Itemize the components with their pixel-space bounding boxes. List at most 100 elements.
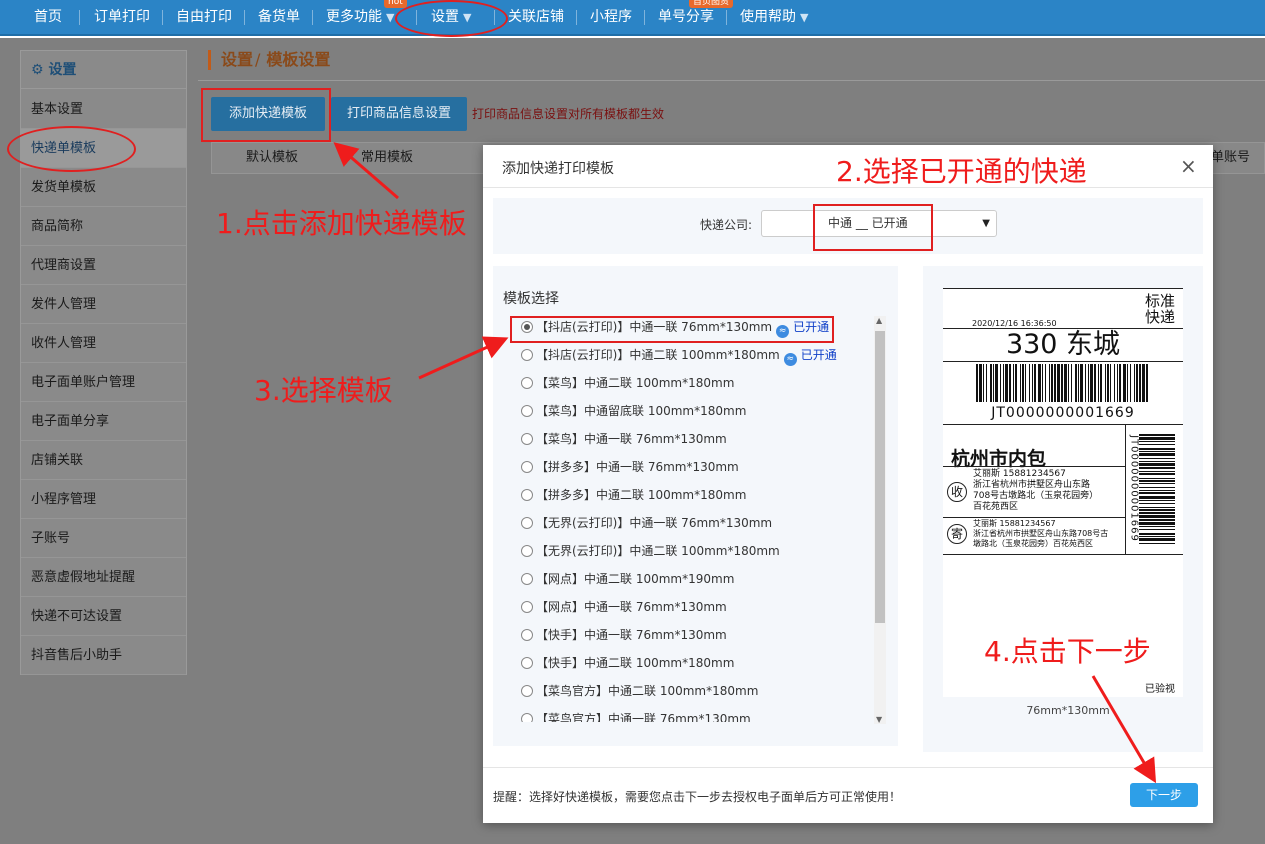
barcode-bar [1134, 364, 1135, 402]
nav-order-print[interactable]: 订单打印 [94, 0, 150, 34]
nav-help[interactable]: 使用帮助 ▼ [740, 0, 808, 34]
barcode-bar [1075, 364, 1077, 402]
template-option[interactable]: 【无界(云打印)】中通二联 100mm*180mm [521, 541, 780, 561]
nav-home[interactable]: 首页 [34, 0, 62, 34]
sidebar-item-waybill-share[interactable]: 电子面单分享 [21, 402, 186, 441]
scroll-up-icon[interactable]: ▲ [876, 316, 882, 325]
sidebar-item-waybill-accounts[interactable]: 电子面单账户管理 [21, 363, 186, 402]
radio-icon[interactable] [521, 405, 533, 417]
radio-icon[interactable] [521, 601, 533, 613]
template-option[interactable]: 【网点】中通二联 100mm*190mm [521, 569, 734, 589]
template-option[interactable]: 【菜鸟官方】中通一联 76mm*130mm [521, 709, 751, 722]
template-option[interactable]: 【菜鸟】中通一联 76mm*130mm [521, 429, 727, 449]
radio-icon[interactable] [521, 657, 533, 669]
barcode-bar [1139, 473, 1175, 475]
divider [483, 767, 1213, 768]
radio-icon[interactable] [521, 573, 533, 585]
highlight-template-option [510, 316, 834, 343]
radio-icon[interactable] [521, 545, 533, 557]
sidebar-header: ⚙ 设置 [21, 51, 186, 89]
template-option[interactable]: 【抖店(云打印)】中通二联 100mm*180mm ≈ 已开通 [521, 345, 837, 366]
barcode-bar [1078, 364, 1079, 402]
template-option[interactable]: 【菜鸟官方】中通二联 100mm*180mm [521, 681, 758, 701]
print-product-info-button[interactable]: 打印商品信息设置 [331, 97, 467, 131]
radio-icon[interactable] [521, 433, 533, 445]
template-option[interactable]: 【网点】中通一联 76mm*130mm [521, 597, 727, 617]
sidebar-title: 设置 [48, 62, 77, 78]
next-step-button[interactable]: 下一步 [1130, 783, 1198, 807]
barcode-bar [1139, 500, 1175, 501]
template-scrollbar[interactable]: ▲ ▼ [874, 316, 886, 724]
radio-icon[interactable] [521, 489, 533, 501]
sidebar-item-mini-program[interactable]: 小程序管理 [21, 480, 186, 519]
sender-block: 艾丽斯 15881234567 浙江省杭州市拱墅区舟山东路708号古 墩路北（玉… [973, 519, 1108, 549]
radio-icon[interactable] [521, 713, 533, 722]
service-line-1: 标准 [1145, 292, 1176, 310]
template-option[interactable]: 【菜鸟】中通二联 100mm*180mm [521, 373, 734, 393]
send-mark-icon: 寄 [947, 524, 967, 544]
receiver-address: 708号古墩路北（玉泉花园旁） [973, 491, 1099, 501]
chevron-down-icon: ▼ [800, 11, 809, 24]
barcode-bar [1139, 467, 1175, 469]
receiver-address: 百花苑西区 [973, 502, 1019, 512]
template-option[interactable]: 【快手】中通二联 100mm*180mm [521, 653, 734, 673]
barcode-bar [1038, 364, 1041, 402]
breadcrumb-root[interactable]: 设置 [221, 50, 253, 69]
nav-stock-list[interactable]: 备货单 [258, 0, 300, 34]
label-rule [943, 288, 1183, 289]
radio-icon[interactable] [521, 517, 533, 529]
sidebar-item-basic-settings[interactable]: 基本设置 [21, 90, 186, 129]
barcode-bar [1110, 364, 1111, 402]
barcode-bar [1139, 444, 1175, 445]
sidebar-item-agent-settings[interactable]: 代理商设置 [21, 246, 186, 285]
barcode-bar [1139, 364, 1141, 402]
sidebar-item-after-sales[interactable]: 抖音售后小助手 [21, 636, 186, 675]
label-rule [943, 554, 1183, 555]
sidebar-item-receiver-management[interactable]: 收件人管理 [21, 324, 186, 363]
radio-icon[interactable] [521, 685, 533, 697]
template-option[interactable]: 【拼多多】中通一联 76mm*130mm [521, 457, 739, 477]
barcode-bar [1139, 522, 1175, 525]
barcode-bar [1139, 448, 1175, 450]
template-option[interactable]: 【快手】中通一联 76mm*130mm [521, 625, 727, 645]
template-list[interactable]: 【抖店(云打印)】中通一联 76mm*130mm ≈ 已开通 【抖店(云打印)】中通… [521, 317, 881, 722]
barcode-vertical [1139, 434, 1175, 544]
barcode-bar [1146, 364, 1148, 402]
template-label: 【菜鸟】中通一联 76mm*130mm [536, 432, 727, 446]
barcode-bar [1139, 519, 1175, 521]
radio-icon[interactable] [521, 377, 533, 389]
radio-icon[interactable] [521, 629, 533, 641]
nav-linked-shops[interactable]: 关联店铺 [508, 0, 564, 34]
barcode-bar [1139, 437, 1175, 440]
sidebar-item-fake-address[interactable]: 恶意虚假地址提醒 [21, 558, 186, 597]
barcode-bar [1139, 529, 1175, 530]
close-icon[interactable]: × [1180, 154, 1197, 178]
barcode-bar [1139, 543, 1175, 544]
template-option[interactable]: 【无界(云打印)】中通一联 76mm*130mm [521, 513, 772, 533]
highlight-courier-select [813, 204, 933, 251]
barcode-bar [1139, 451, 1175, 452]
sidebar-item-product-alias[interactable]: 商品简称 [21, 207, 186, 246]
scroll-down-icon[interactable]: ▼ [876, 715, 882, 724]
highlight-add-template-button [201, 88, 331, 142]
template-label: 【拼多多】中通二联 100mm*180mm [536, 488, 747, 502]
radio-icon[interactable] [521, 461, 533, 473]
sidebar-item-shop-link[interactable]: 店铺关联 [21, 441, 186, 480]
sidebar-item-sender-management[interactable]: 发件人管理 [21, 285, 186, 324]
barcode-bar [1013, 364, 1014, 402]
barcode-bar [1051, 364, 1053, 402]
nav-mini-program[interactable]: 小程序 [590, 0, 632, 34]
barcode-bar [990, 364, 992, 402]
radio-icon[interactable] [521, 349, 533, 361]
sidebar-item-unreachable[interactable]: 快递不可达设置 [21, 597, 186, 636]
nav-free-print[interactable]: 自由打印 [176, 0, 232, 34]
sidebar-item-sub-accounts[interactable]: 子账号 [21, 519, 186, 558]
nav-divider [162, 10, 163, 25]
template-option[interactable]: 【菜鸟】中通留底联 100mm*180mm [521, 401, 746, 421]
sidebar-item-shipping-template[interactable]: 发货单模板 [21, 168, 186, 207]
barcode-bar [1139, 526, 1175, 527]
scroll-thumb[interactable] [875, 331, 885, 623]
tracking-number: JT0000000001669 [991, 405, 1135, 421]
column-default-template: 默认模板 [246, 150, 299, 165]
template-option[interactable]: 【拼多多】中通二联 100mm*180mm [521, 485, 746, 505]
